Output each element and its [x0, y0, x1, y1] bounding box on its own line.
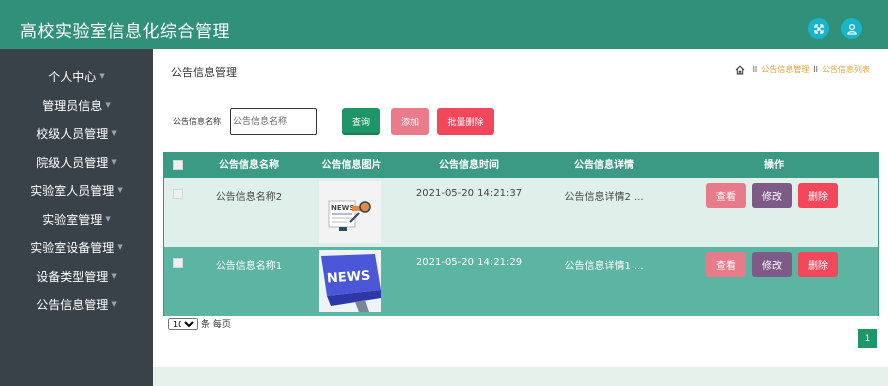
breadcrumb-item[interactable]: 公告信息列表 [822, 64, 870, 75]
sidebar-item-lab-staff[interactable]: 实验室人员管理 ▼ [0, 176, 153, 204]
sidebar-item-lab-equipment[interactable]: 实验室设备管理 ▼ [0, 233, 153, 261]
sidebar-item-equipment-type[interactable]: 设备类型管理 ▼ [0, 262, 153, 290]
announcement-table: 公告信息名称 公告信息图片 公告信息时间 公告信息详情 操作 公告信息名称2 N… [163, 152, 879, 316]
sidebar-item-school-staff[interactable]: 校级人员管理 ▼ [0, 119, 153, 147]
announcement-time: 2021-05-20 14:21:37 [415, 188, 523, 199]
sidebar-item-label: 公告信息管理 [36, 297, 109, 312]
sidebar-item-admin-info[interactable]: 管理员信息 ▼ [0, 91, 153, 119]
svg-text:NEWS: NEWS [326, 269, 370, 287]
expand-icon [813, 23, 824, 34]
news-keyboard-key-icon: NEWS [319, 250, 381, 312]
page-title: 公告信息管理 [171, 66, 237, 79]
sidebar-item-announcements[interactable]: 公告信息管理 ▼ [0, 290, 153, 318]
svg-text:NEWS: NEWS [331, 204, 354, 212]
page-size-label: 条 每页 [201, 320, 231, 330]
sidebar-item-label: 院级人员管理 [36, 155, 109, 170]
announcement-time: 2021-05-20 14:21:29 [415, 257, 523, 268]
row-checkbox[interactable] [173, 258, 183, 268]
page-size-select[interactable]: 10 [168, 317, 198, 330]
chevron-down-icon: ▼ [111, 158, 117, 166]
select-all-checkbox[interactable] [173, 160, 183, 170]
sidebar-item-personal-center[interactable]: 个人中心 ▼ [0, 62, 153, 90]
announcement-name: 公告信息名称1 [215, 261, 283, 272]
sidebar-item-label: 设备类型管理 [36, 269, 109, 284]
sidebar-item-college-staff[interactable]: 院级人员管理 ▼ [0, 148, 153, 176]
home-icon[interactable] [735, 65, 745, 75]
column-header: 公告信息时间 [439, 160, 499, 171]
sidebar-item-label: 管理员信息 [42, 98, 103, 113]
sidebar: 个人中心 ▼ 管理员信息 ▼ 校级人员管理 ▼ 院级人员管理 ▼ 实验室人员管理 ▼ 实验… [0, 49, 153, 386]
pagination-size: 10 条 每页 [168, 317, 231, 330]
page-number-button[interactable]: 1 [858, 329, 877, 348]
breadcrumb-separator: II [813, 65, 818, 74]
user-button[interactable] [841, 18, 862, 39]
row-checkbox[interactable] [173, 189, 183, 199]
delete-button[interactable]: 删除 [798, 252, 838, 277]
table-row: 公告信息名称2 NEWS 2021-05-20 14:21:37 公告信息详情2… [164, 178, 878, 247]
breadcrumb-item[interactable]: 公告信息管理 [761, 64, 809, 75]
chevron-down-icon: ▼ [117, 243, 123, 251]
sidebar-item-lab[interactable]: 实验室管理 ▼ [0, 205, 153, 233]
chevron-down-icon: ▼ [105, 215, 111, 223]
announcement-image: NEWS [319, 181, 381, 243]
announcement-image: NEWS [319, 250, 381, 312]
chevron-down-icon: ▼ [105, 101, 111, 109]
main-content: 公告信息管理 II 公告信息管理 II 公告信息列表 公告信息名称 查询 添加 … [153, 49, 888, 367]
query-button[interactable]: 查询 [342, 108, 380, 135]
sidebar-item-label: 实验室设备管理 [30, 240, 115, 255]
chevron-down-icon: ▼ [111, 272, 117, 280]
chevron-down-icon: ▼ [111, 129, 117, 137]
announcement-detail: 公告信息详情2 ... [564, 192, 644, 203]
footer-strip [153, 367, 888, 386]
view-button[interactable]: 查看 [706, 252, 746, 277]
batch-delete-button[interactable]: 批量删除 [437, 108, 494, 135]
edit-button[interactable]: 修改 [752, 183, 792, 208]
chevron-down-icon: ▼ [117, 186, 123, 194]
delete-button[interactable]: 删除 [798, 183, 838, 208]
breadcrumb: II 公告信息管理 II 公告信息列表 [735, 64, 870, 75]
column-header: 公告信息图片 [321, 160, 382, 171]
search-label: 公告信息名称 [173, 117, 221, 126]
table-header: 公告信息名称 公告信息图片 公告信息时间 公告信息详情 操作 [164, 153, 878, 178]
top-bar: 高校实验室信息化综合管理 [0, 0, 888, 49]
sidebar-item-label: 校级人员管理 [36, 126, 109, 141]
view-button[interactable]: 查看 [706, 183, 746, 208]
breadcrumb-separator: II [752, 65, 758, 74]
search-input[interactable] [230, 108, 317, 135]
announcement-name: 公告信息名称2 [215, 192, 283, 203]
news-illustration-icon: NEWS [328, 200, 371, 231]
add-button[interactable]: 添加 [391, 108, 429, 135]
app-title: 高校实验室信息化综合管理 [20, 22, 230, 42]
user-icon [846, 23, 857, 35]
column-header: 操作 [764, 160, 784, 171]
table-row: 公告信息名称1 NEWS 2021-05-20 14:21:29 公告信息详情1… [164, 247, 878, 316]
sidebar-item-label: 个人中心 [48, 69, 97, 84]
sidebar-item-label: 实验室管理 [42, 212, 103, 227]
chevron-down-icon: ▼ [111, 300, 117, 308]
announcement-detail: 公告信息详情1 ... [564, 261, 644, 272]
column-header: 公告信息详情 [574, 160, 634, 171]
sidebar-item-label: 实验室人员管理 [30, 183, 115, 198]
column-header: 公告信息名称 [219, 160, 279, 171]
fullscreen-button[interactable] [808, 18, 829, 39]
edit-button[interactable]: 修改 [752, 252, 792, 277]
chevron-down-icon: ▼ [99, 72, 105, 80]
